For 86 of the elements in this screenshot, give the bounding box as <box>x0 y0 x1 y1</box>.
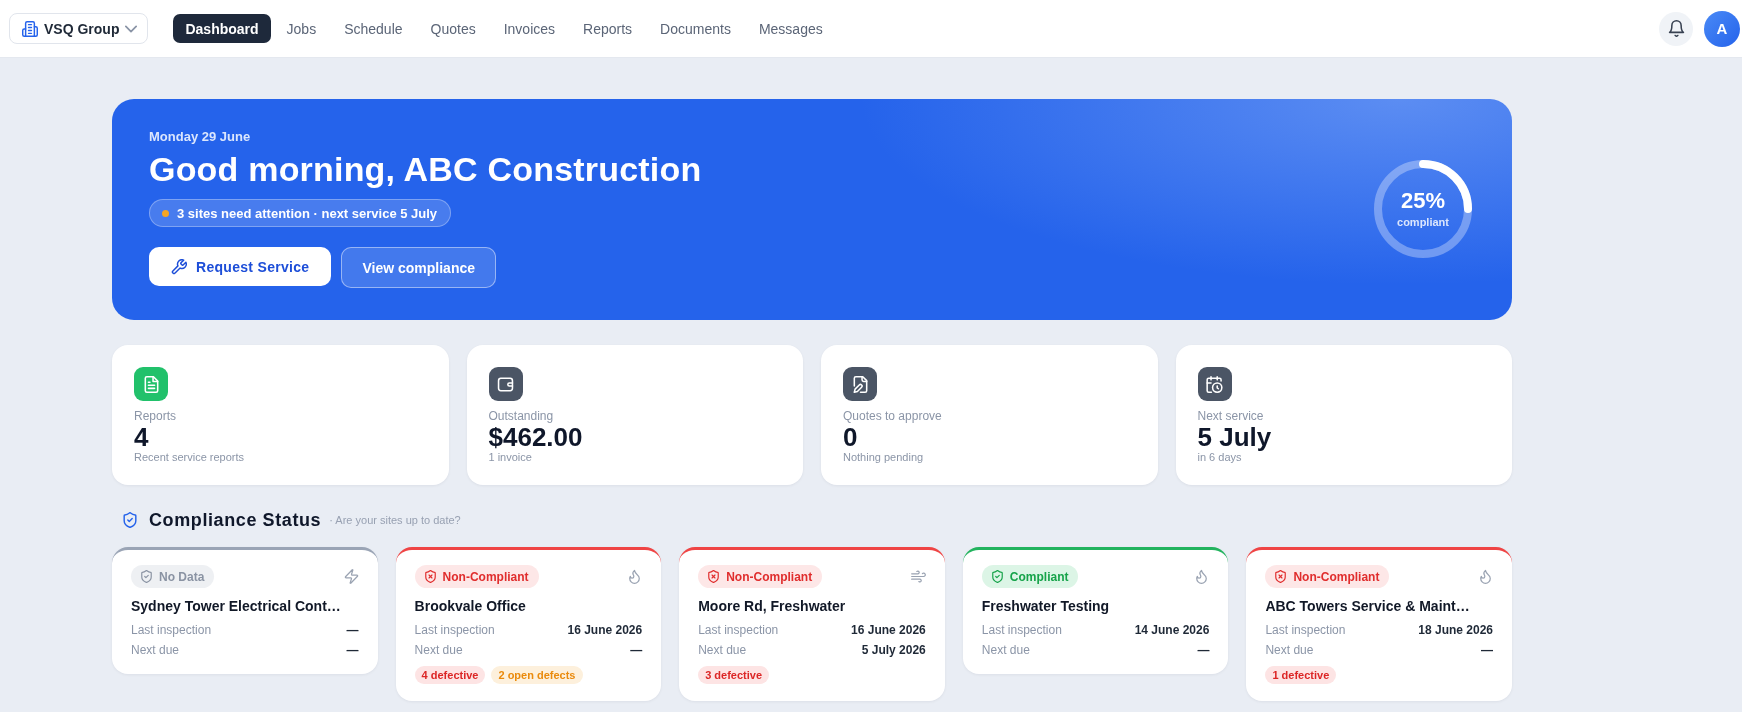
site-name: Sydney Tower Electrical Cont… <box>131 597 342 616</box>
stat-label: Next service <box>1197 409 1265 424</box>
site-card[interactable]: Non-Compliant Moore Rd, Freshwater Last inspection 16 June 2026 Next due 5 July 2026 3 defective <box>679 547 945 701</box>
detail-label: Next due <box>414 642 463 659</box>
detail-value: — <box>346 642 359 659</box>
detail-value: — <box>1481 642 1493 659</box>
nav-tab[interactable]: Jobs <box>274 14 329 43</box>
nav-tab[interactable]: Schedule <box>332 14 415 43</box>
view-compliance-button[interactable]: View compliance <box>341 247 497 288</box>
shield-x-icon <box>423 570 437 583</box>
detail-label: Last inspection <box>1265 622 1346 639</box>
stat-value: $462.00 <box>488 424 584 450</box>
request-service-button[interactable]: Request Service <box>149 247 332 286</box>
site-card[interactable]: No Data Sydney Tower Electrical Cont… Last inspection — Next due — <box>112 547 378 674</box>
status-label: Non-Compliant <box>1293 569 1380 584</box>
detail-label: Last inspection <box>981 622 1062 639</box>
stat-value: 5 July <box>1197 424 1273 450</box>
nav-tab[interactable]: Dashboard <box>173 14 271 43</box>
status-label: Compliant <box>1009 569 1069 584</box>
stat-label: Outstanding <box>488 409 555 424</box>
stat-caption: Nothing pending <box>843 450 925 464</box>
shield-x-icon <box>707 570 721 583</box>
compliance-caption: compliant <box>1397 215 1449 229</box>
flame-icon <box>627 569 643 584</box>
detail-value: 14 June 2026 <box>1134 622 1210 639</box>
site-name: Moore Rd, Freshwater <box>698 597 847 616</box>
notifications-button[interactable] <box>1659 11 1693 46</box>
detail-label: Last inspection <box>131 622 212 639</box>
detail-label: Last inspection <box>414 622 495 639</box>
flame-icon <box>1194 569 1210 584</box>
user-avatar[interactable]: A <box>1704 10 1740 47</box>
shield-x-icon <box>1274 570 1288 583</box>
stat-caption: 1 invoice <box>488 450 533 464</box>
site-card[interactable]: Compliant Freshwater Testing Last inspection 14 June 2026 Next due — <box>962 547 1229 674</box>
nav-tab[interactable]: Invoices <box>491 14 568 43</box>
status-label: No Data <box>159 569 205 584</box>
compliance-percent: 25% <box>1400 188 1445 213</box>
stat-caption: in 6 days <box>1197 451 1243 464</box>
building-icon <box>22 20 38 37</box>
detail-label: Next due <box>1265 642 1314 659</box>
nav-tab[interactable]: Documents <box>648 14 743 43</box>
lightning-icon <box>343 569 359 584</box>
stat-label: Reports <box>134 409 178 424</box>
detail-value: 5 July 2026 <box>861 642 926 659</box>
site-name: Freshwater Testing <box>981 597 1111 616</box>
detail-value: 18 June 2026 <box>1418 622 1493 639</box>
notice-text: 3 sites need attention · next service 5 July <box>177 205 438 221</box>
defect-count: 1 defective <box>1265 666 1337 684</box>
section-title: Compliance Status <box>149 509 322 531</box>
site-card[interactable]: Non-Compliant ABC Towers Service & Maint… Last inspection 18 June 2026 Next due — 1 defective <box>1246 547 1512 701</box>
wrench-icon <box>171 258 187 275</box>
flame-icon <box>1478 569 1493 584</box>
shield-check-icon <box>140 570 153 583</box>
defect-count: 4 defective <box>414 666 486 684</box>
detail-label: Next due <box>698 642 747 659</box>
stat-caption: Recent service reports <box>134 450 246 464</box>
stat-value: 0 <box>843 424 858 450</box>
nav-tab[interactable]: Reports <box>571 14 645 43</box>
status-label: Non-Compliant <box>726 569 813 584</box>
open-defects-count: 2 open defects <box>491 666 583 684</box>
defect-count: 3 defective <box>698 666 770 684</box>
nav-tab[interactable]: Messages <box>746 14 835 43</box>
date-label: Monday 29 June <box>149 129 252 145</box>
detail-label: Next due <box>981 642 1030 659</box>
detail-value: 16 June 2026 <box>567 622 643 639</box>
site-card[interactable]: Non-Compliant Brookvale Office Last inspection 16 June 2026 Next due — 4 defective 2 open defects <box>395 547 662 701</box>
wind-icon <box>910 569 926 584</box>
site-name: Brookvale Office <box>414 597 527 616</box>
greeting-title: Good morning, ABC Construction <box>149 150 703 188</box>
detail-value: — <box>346 622 359 639</box>
shield-check-icon <box>122 512 138 528</box>
shield-check-icon <box>990 570 1004 583</box>
nav-tab[interactable]: Quotes <box>418 14 488 43</box>
detail-label: Next due <box>131 642 180 659</box>
section-subtitle: · Are your sites up to date? <box>329 514 461 526</box>
site-name: ABC Towers Service & Maint… <box>1265 597 1471 616</box>
stat-value: 4 <box>134 424 149 450</box>
detail-value: 16 June 2026 <box>851 622 926 639</box>
org-switcher[interactable]: VSQ Group <box>9 13 149 44</box>
status-label: Non-Compliant <box>442 569 529 584</box>
detail-label: Last inspection <box>698 622 779 639</box>
status-dot-icon <box>162 209 169 217</box>
detail-value: — <box>630 642 643 659</box>
stat-label: Quotes to approve <box>843 409 943 424</box>
bell-icon <box>1667 20 1685 37</box>
detail-value: — <box>1197 642 1210 659</box>
